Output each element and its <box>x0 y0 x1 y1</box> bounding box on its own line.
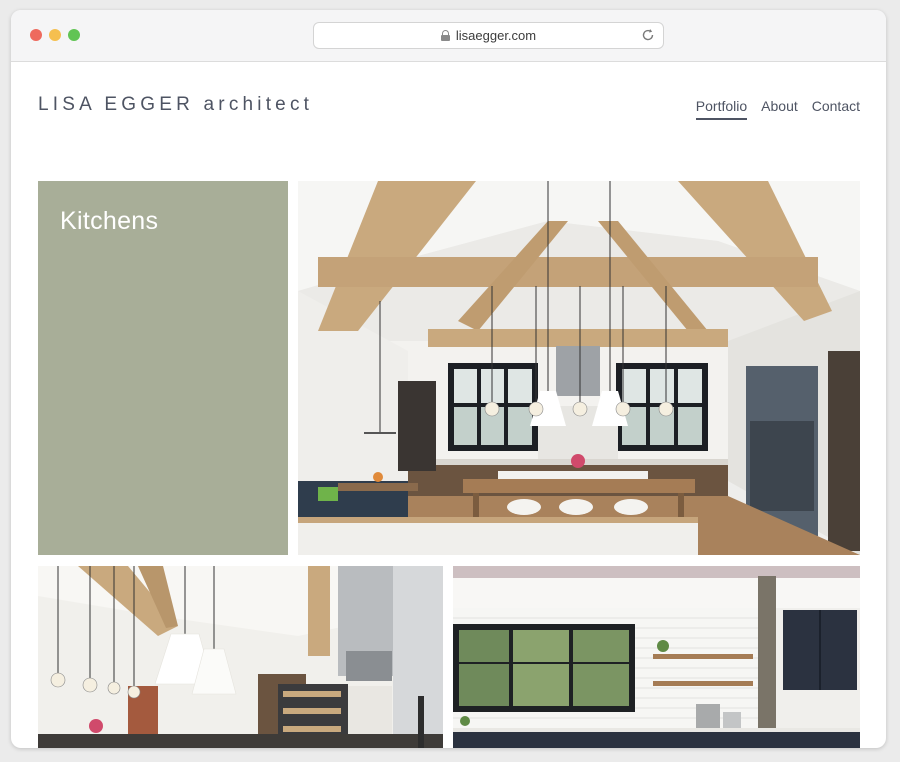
url-text: lisaegger.com <box>455 28 537 43</box>
kitchen-photo-main[interactable] <box>298 181 860 555</box>
minimize-window-button[interactable] <box>49 29 61 41</box>
site-header: LISA EGGER architect Portfolio About Con… <box>11 62 886 180</box>
address-bar[interactable]: lisaegger.com <box>313 22 664 49</box>
kitchen-photo-3[interactable] <box>453 566 860 748</box>
site-logo[interactable]: LISA EGGER architect <box>38 94 313 116</box>
main-nav: Portfolio About Contact <box>695 98 860 120</box>
close-window-button[interactable] <box>30 29 42 41</box>
kitchen-photo-2[interactable] <box>38 566 443 748</box>
nav-portfolio[interactable]: Portfolio <box>695 98 748 120</box>
browser-titlebar: lisaegger.com <box>11 10 886 62</box>
lock-icon <box>440 30 450 41</box>
zoom-window-button[interactable] <box>68 29 80 41</box>
nav-contact[interactable]: Contact <box>812 98 860 120</box>
nav-about[interactable]: About <box>761 98 798 120</box>
category-tile: Kitchens <box>38 181 288 555</box>
browser-window: lisaegger.com LISA EGGER architect Portf… <box>11 10 886 748</box>
reload-icon[interactable] <box>640 27 656 43</box>
category-title: Kitchens <box>60 207 159 235</box>
